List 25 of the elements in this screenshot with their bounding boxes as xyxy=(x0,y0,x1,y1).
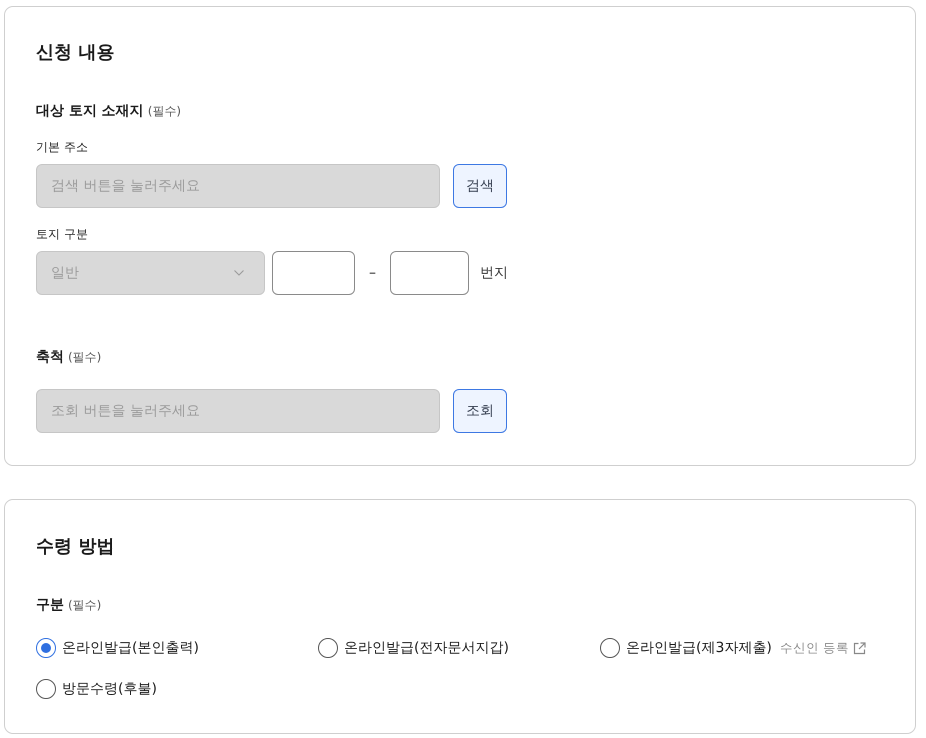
radio-label[interactable]: 온라인발급(제3자제출) xyxy=(626,639,772,657)
lot-suffix: 번지 xyxy=(480,264,508,282)
radio-button[interactable] xyxy=(318,638,338,658)
radio-label[interactable]: 온라인발급(본인출력) xyxy=(62,639,199,657)
field-label: 기본 주소 xyxy=(36,139,89,156)
required-note: (필수) xyxy=(148,103,182,120)
external-link-icon xyxy=(852,642,866,654)
section-title: 수령 방법 xyxy=(36,535,116,559)
recipient-link[interactable]: 수신인 등록 xyxy=(780,640,866,656)
radio-button[interactable] xyxy=(600,638,620,658)
group-label: 대상 토지 소재지 xyxy=(36,102,144,121)
field-label: 토지 구분 xyxy=(36,226,89,243)
group-label: 구분 xyxy=(36,596,64,615)
radio-label[interactable]: 방문수령(후불) xyxy=(62,680,157,698)
radio-button[interactable] xyxy=(36,679,56,699)
chevron-down-icon xyxy=(234,270,244,276)
group-label: 축척 xyxy=(36,348,64,367)
separator-dash: – xyxy=(368,265,377,281)
radio-label[interactable]: 온라인발급(전자문서지갑) xyxy=(344,639,509,657)
required-note: (필수) xyxy=(68,349,102,366)
required-note: (필수) xyxy=(68,597,102,614)
section-title: 신청 내용 xyxy=(36,41,116,65)
lot-number-field[interactable] xyxy=(272,251,355,295)
radio-button[interactable] xyxy=(36,638,56,658)
sub-number-field[interactable] xyxy=(390,251,469,295)
